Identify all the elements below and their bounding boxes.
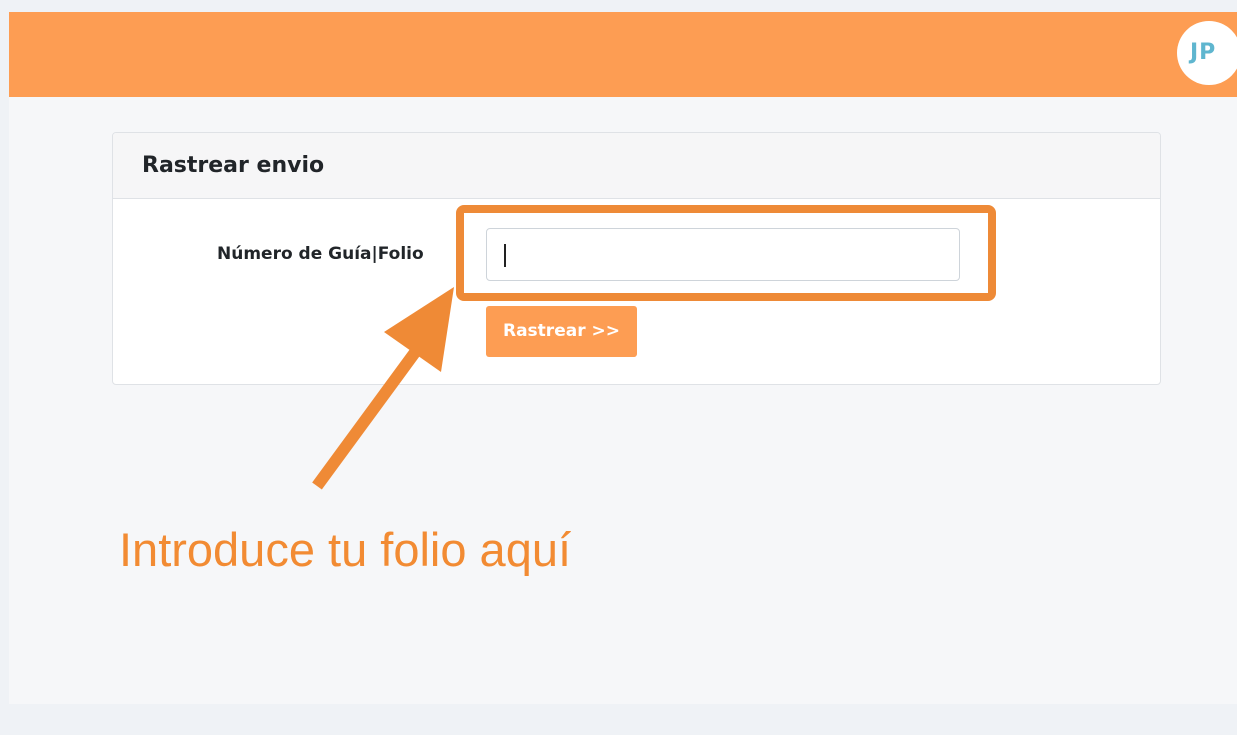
annotation-caption: Introduce tu folio aquí — [119, 523, 572, 576]
page-frame: JP Rastrear envio Número de Guía|Folio R… — [9, 12, 1237, 704]
pointer-arrow-icon — [312, 287, 454, 490]
